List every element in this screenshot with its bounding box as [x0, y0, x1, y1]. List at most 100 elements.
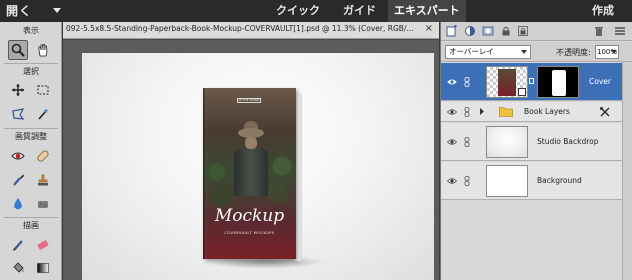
gradient-icon: [37, 263, 49, 273]
layer-row-studio-backdrop[interactable]: Studio Backdrop: [441, 123, 623, 161]
blend-clip-icon: [600, 107, 610, 117]
lock-icon: [502, 26, 510, 36]
cover-brand-label: IN THE WORD: [237, 98, 261, 103]
link-icon[interactable]: [464, 137, 470, 147]
cover-figure-face: [245, 137, 257, 149]
paint-bucket-tool-button[interactable]: [8, 258, 28, 278]
close-document-icon[interactable]: ×: [425, 23, 433, 34]
magic-wand-icon: [38, 108, 49, 120]
lock-all-button[interactable]: [516, 24, 530, 38]
magic-wand-tool-button[interactable]: [33, 104, 53, 124]
link-icon[interactable]: [464, 77, 470, 87]
marquee-tool-button[interactable]: [33, 80, 53, 100]
chevron-down-icon: [521, 50, 527, 54]
blend-mode-value: オーバーレイ: [449, 47, 494, 56]
tab-expert[interactable]: エキスパート: [388, 0, 466, 22]
opacity-select[interactable]: 100%: [595, 45, 619, 59]
layer-row-book-layers[interactable]: Book Layers: [441, 102, 623, 122]
hand-tool-button[interactable]: [33, 40, 53, 60]
eraser-tool-button[interactable]: [33, 235, 53, 255]
blend-opacity-row: オーバーレイ 不透明度: 100%: [441, 42, 632, 62]
eye-icon[interactable]: [447, 138, 457, 146]
canvas-pasteboard: IN THE WORD Mockup COVERVAULT MOCKUPS: [63, 40, 439, 280]
cover-title: Mockup: [214, 206, 285, 226]
cover-subtitle: COVERVAULT MOCKUPS: [224, 231, 275, 235]
layer-mask-icon: [482, 26, 494, 36]
new-layer-button[interactable]: [445, 24, 459, 38]
layers-scrollbar[interactable]: [622, 62, 632, 280]
toolbox-section-enhance: 画質調整: [15, 132, 47, 141]
photo-editor-window: 開く クイック ガイド エキスパート 作成 表示 選択 画質調整 描画 092-…: [0, 0, 632, 280]
marquee-icon: [37, 85, 49, 95]
lasso-tool-button[interactable]: [8, 104, 28, 124]
layer-name-background[interactable]: Background: [537, 176, 582, 185]
layer-name-cover[interactable]: Cover: [589, 77, 611, 86]
panel-menu-icon: [615, 27, 625, 35]
open-menu-button[interactable]: 開く: [6, 2, 32, 19]
layer-row-background[interactable]: Background: [441, 162, 623, 200]
layer-row-cover[interactable]: Cover: [441, 63, 623, 101]
eye-icon[interactable]: [447, 177, 457, 185]
spot-healing-tool-button[interactable]: [33, 146, 53, 166]
document-area: 092-5.5x8.5-Standing-Paperback-Book-Mock…: [63, 22, 439, 280]
cover-figure-body: [234, 148, 268, 196]
toolbox-divider: [4, 217, 58, 218]
toolbox-divider: [4, 63, 58, 64]
red-eye-tool-button[interactable]: [8, 146, 28, 166]
toolbox: 表示 選択 画質調整 描画: [0, 22, 62, 280]
mask-link-icon: [529, 78, 534, 84]
lock-all-icon: [518, 26, 528, 36]
eye-icon[interactable]: [447, 78, 457, 86]
sponge-icon: [38, 201, 48, 208]
create-menu-button[interactable]: 作成: [592, 0, 614, 22]
chevron-down-icon: [611, 50, 617, 54]
adjustment-layer-button[interactable]: [463, 24, 477, 38]
eye-icon[interactable]: [447, 108, 457, 116]
spot-healing-icon: [37, 150, 49, 162]
lasso-icon: [12, 108, 25, 120]
tab-guided[interactable]: ガイド: [337, 0, 382, 22]
layer-thumbnail[interactable]: [486, 165, 528, 197]
layer-mask-thumbnail[interactable]: [537, 66, 579, 98]
expand-group-arrow-icon[interactable]: [479, 107, 485, 116]
link-icon[interactable]: [464, 107, 470, 117]
lock-transparent-button[interactable]: [499, 24, 513, 38]
toolbox-section-select: 選択: [23, 67, 39, 76]
delete-layer-button[interactable]: [592, 24, 606, 38]
layers-panel: オーバーレイ 不透明度: 100% Cover Book Layers Stud…: [440, 22, 632, 280]
open-dropdown-arrow-icon[interactable]: [53, 8, 61, 13]
layers-toolbar: [441, 22, 632, 41]
smart-brush-tool-button[interactable]: [8, 170, 28, 190]
layer-thumbnail[interactable]: [486, 66, 528, 98]
opacity-label: 不透明度:: [556, 48, 591, 57]
hand-icon: [38, 44, 48, 57]
top-menu-bar: 開く クイック ガイド エキスパート 作成: [0, 0, 632, 22]
document-tab[interactable]: 092-5.5x8.5-Standing-Paperback-Book-Mock…: [63, 22, 439, 39]
brush-tool-button[interactable]: [8, 235, 28, 255]
toolbox-section-view: 表示: [23, 26, 39, 35]
layer-name-studio-backdrop[interactable]: Studio Backdrop: [537, 137, 599, 146]
sponge-tool-button[interactable]: [33, 194, 53, 214]
layer-thumbnail[interactable]: [486, 126, 528, 158]
zoom-tool-button[interactable]: [8, 40, 28, 60]
image-canvas[interactable]: IN THE WORD Mockup COVERVAULT MOCKUPS: [82, 53, 434, 280]
panel-menu-button[interactable]: [613, 24, 627, 38]
blur-tool-button[interactable]: [8, 194, 28, 214]
zoom-icon: [11, 43, 25, 57]
smart-brush-icon: [13, 174, 24, 186]
clone-stamp-tool-button[interactable]: [33, 170, 53, 190]
tab-quick[interactable]: クイック: [270, 0, 326, 22]
blend-mode-select[interactable]: オーバーレイ: [445, 45, 531, 59]
toolbox-section-draw: 描画: [23, 221, 39, 230]
layer-name-book-layers[interactable]: Book Layers: [524, 107, 570, 116]
red-eye-icon: [11, 152, 25, 160]
adjustment-layer-icon: [465, 26, 475, 36]
move-tool-button[interactable]: [8, 80, 28, 100]
clone-stamp-icon: [38, 174, 48, 186]
cover-thumb-image: [498, 69, 516, 96]
layer-mask-button[interactable]: [481, 24, 495, 38]
link-icon[interactable]: [464, 176, 470, 186]
gradient-tool-button[interactable]: [33, 258, 53, 278]
smart-object-badge-icon: [518, 88, 526, 96]
book-cover: IN THE WORD Mockup COVERVAULT MOCKUPS: [203, 88, 296, 259]
